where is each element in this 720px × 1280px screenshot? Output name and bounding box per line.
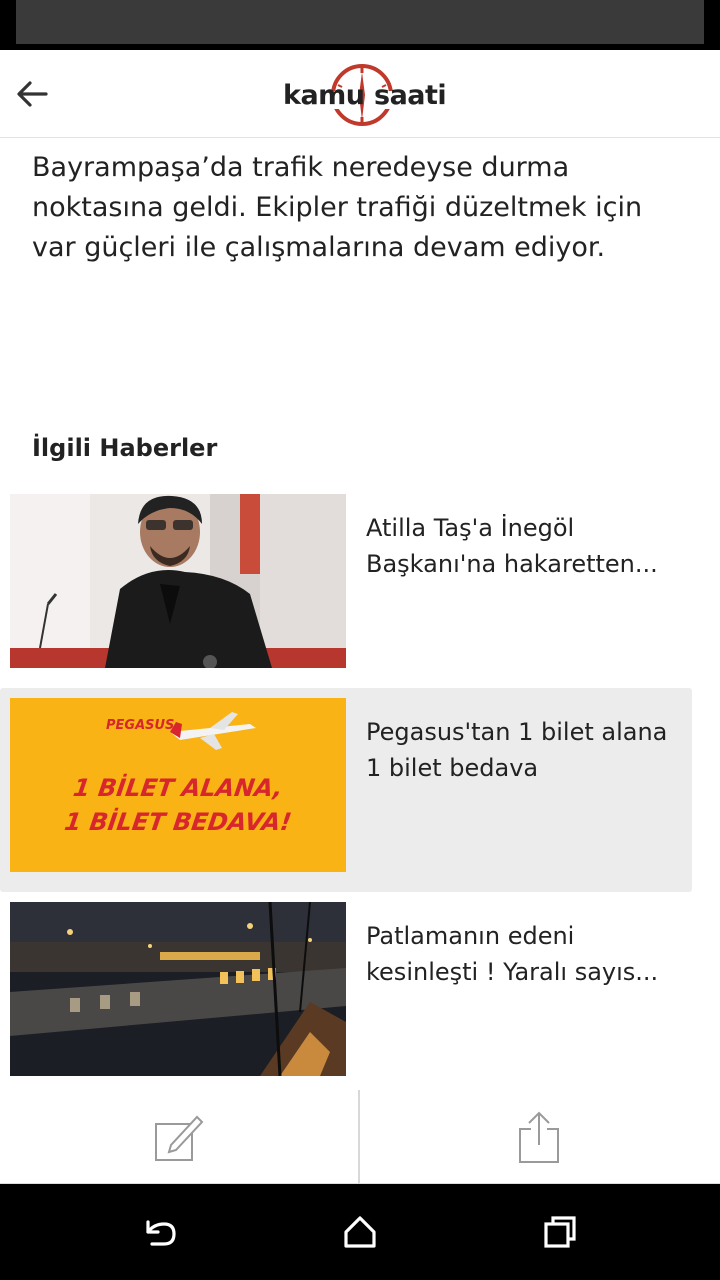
recents-icon	[544, 1216, 576, 1248]
arrow-left-icon	[17, 81, 48, 107]
article-content[interactable]: Bayrampaşa’da trafik neredeyse durma nok…	[0, 138, 720, 1090]
nav-back-button[interactable]	[120, 1200, 200, 1264]
ad-brand-text: PEGASUS	[106, 718, 175, 733]
related-news-item[interactable]: PEGASUS 1 BİLET ALANA, 1 BİLET BEDAVA! P…	[0, 688, 692, 892]
related-news-item[interactable]: Patlamanın edeni kesinleşti ! Yaralı say…	[0, 892, 692, 1090]
nav-recents-button[interactable]	[520, 1200, 600, 1264]
share-icon	[519, 1111, 559, 1163]
news-title: Pegasus'tan 1 bilet alana 1 bilet bedava	[366, 718, 668, 782]
news-thumbnail-ad: PEGASUS 1 BİLET ALANA, 1 BİLET BEDAVA!	[10, 698, 346, 872]
home-icon	[344, 1216, 376, 1248]
back-button[interactable]	[8, 70, 56, 118]
share-button[interactable]	[360, 1090, 718, 1184]
news-thumbnail	[10, 902, 346, 1076]
logo-text-right: saati	[374, 80, 447, 111]
related-news-title: İlgili Haberler	[32, 434, 218, 462]
edit-icon	[155, 1115, 204, 1161]
ad-line-1: 1 BİLET ALANA,	[71, 774, 285, 802]
edit-button[interactable]	[0, 1090, 358, 1184]
status-bar	[0, 0, 720, 50]
news-title: Patlamanın edeni kesinleşti ! Yaralı say…	[366, 922, 659, 986]
nav-home-button[interactable]	[320, 1200, 400, 1264]
bottom-action-bar	[0, 1090, 720, 1184]
app-bar: kamu saati	[0, 50, 720, 138]
news-thumbnail	[10, 494, 346, 668]
news-title: Atilla Taş'a İnegöl Başkanı'na hakarette…	[366, 514, 658, 578]
system-navigation-bar	[0, 1184, 720, 1280]
app-logo[interactable]: kamu saati	[280, 60, 447, 130]
logo-text-left: kamu	[283, 80, 365, 111]
ad-line-2: 1 BİLET BEDAVA!	[62, 808, 294, 836]
related-news-item[interactable]: Atilla Taş'a İnegöl Başkanı'na hakarette…	[0, 484, 692, 688]
article-body-text: Bayrampaşa’da trafik neredeyse durma nok…	[32, 152, 643, 263]
back-nav-icon	[146, 1220, 176, 1246]
status-bar-area	[16, 0, 704, 44]
